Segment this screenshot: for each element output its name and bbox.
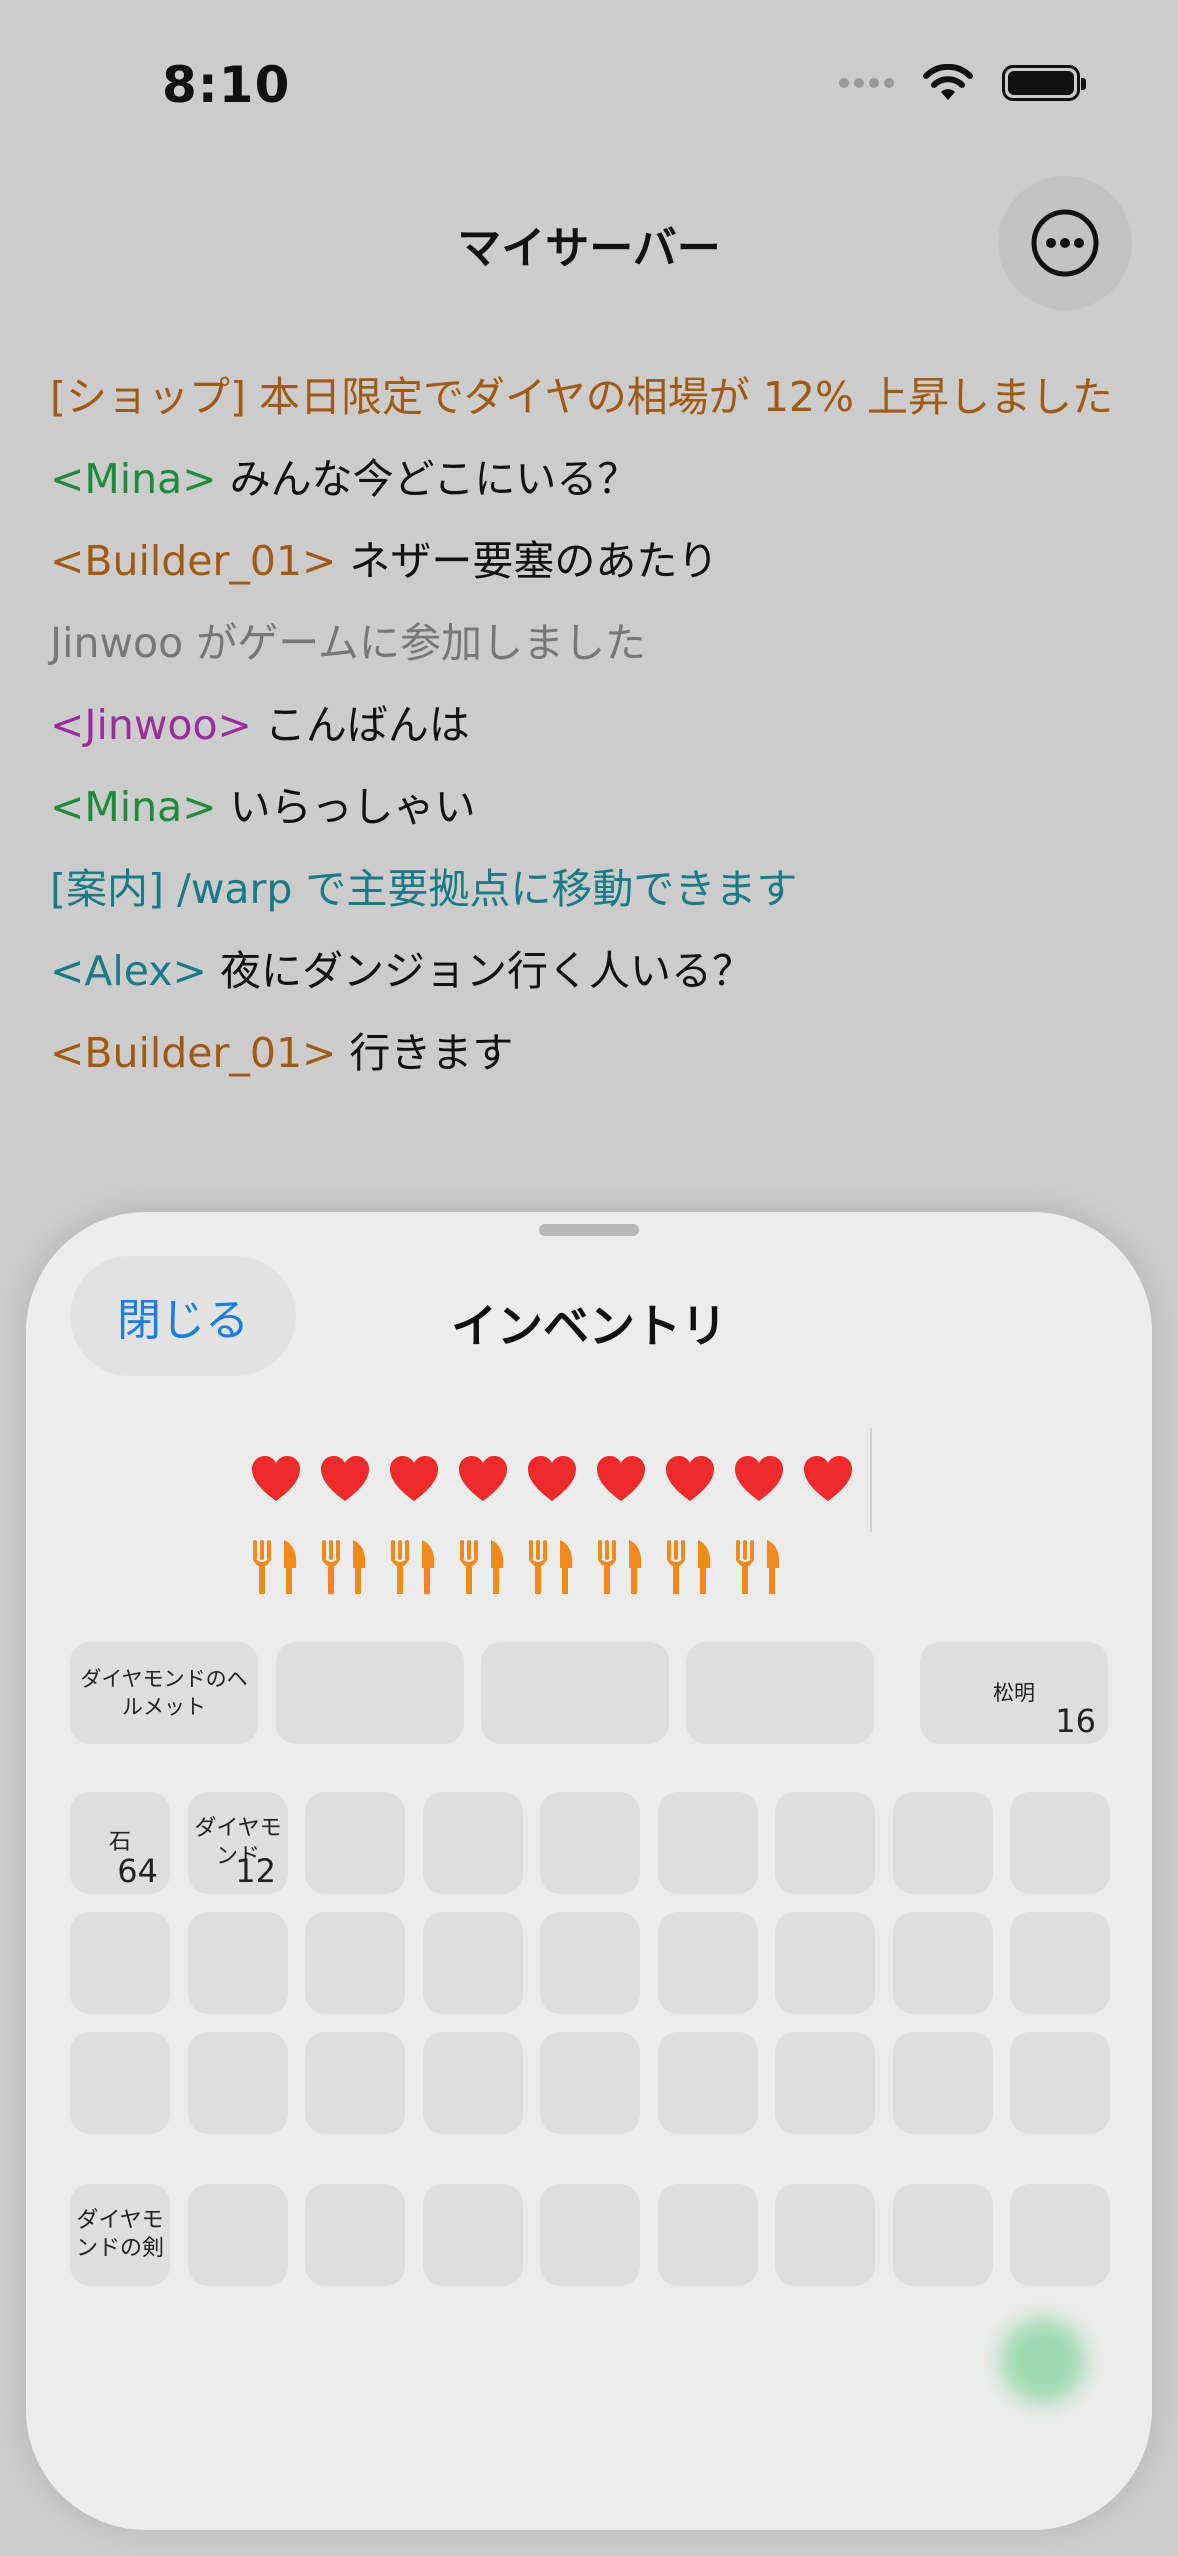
- slot-count: 12: [235, 1852, 276, 1890]
- inventory-slot[interactable]: [423, 1912, 523, 2014]
- inventory-slot[interactable]: [658, 1792, 758, 1894]
- chat-message: <Builder_01> ネザー要塞のあたり: [50, 537, 719, 585]
- heart-icon: [252, 1456, 300, 1501]
- armor-slot[interactable]: [276, 1642, 464, 1744]
- wifi-icon: [923, 64, 973, 100]
- chat-message: <Alex> 夜にダンジョン行く人いる？: [50, 947, 753, 995]
- inventory-slot[interactable]: [658, 1912, 758, 2014]
- send-button-blurred: [1000, 2318, 1086, 2404]
- hotbar-slot[interactable]: [423, 2184, 523, 2286]
- fork-knife-icon: [529, 1540, 573, 1594]
- inventory-slot[interactable]: [893, 2032, 993, 2134]
- battery-icon: [1002, 65, 1086, 101]
- inventory-slot[interactable]: [540, 2032, 640, 2134]
- fork-knife-icon: [253, 1540, 297, 1594]
- hunger-bar: [250, 1538, 785, 1596]
- inventory-slot[interactable]: [1010, 2032, 1110, 2134]
- hotbar-slot[interactable]: [188, 2184, 288, 2286]
- hotbar-slot[interactable]: ダイヤモンドの剣: [70, 2184, 170, 2286]
- inventory-slot[interactable]: [775, 1792, 875, 1894]
- fork-knife-icon: [736, 1540, 780, 1594]
- inventory-slot[interactable]: [305, 1792, 405, 1894]
- chat-message-info: [案内] /warp で主要拠点に移動できます: [50, 865, 798, 913]
- ellipsis-circle-icon: [1031, 209, 1099, 277]
- armor-slot[interactable]: ダイヤモンドのヘルメット: [70, 1642, 258, 1744]
- chat-message: <Builder_01> 行きます: [50, 1029, 514, 1077]
- health-bar: [250, 1454, 854, 1506]
- slot-count: 64: [117, 1852, 158, 1890]
- inventory-slot[interactable]: ダイヤモンド 12: [188, 1792, 288, 1894]
- inventory-slot[interactable]: [1010, 1792, 1110, 1894]
- fork-knife-icon: [460, 1540, 504, 1594]
- inventory-slot[interactable]: [423, 2032, 523, 2134]
- hotbar-slot[interactable]: [658, 2184, 758, 2286]
- chat-message-system: Jinwoo がゲームに参加しました: [50, 619, 646, 667]
- inventory-slot[interactable]: [188, 1912, 288, 2014]
- cellular-signal-icon: [839, 78, 894, 88]
- inventory-slot[interactable]: [305, 2032, 405, 2134]
- inventory-slot[interactable]: [775, 1912, 875, 2014]
- inventory-slot[interactable]: [1010, 1912, 1110, 2014]
- inventory-slot[interactable]: [70, 2032, 170, 2134]
- slot-label: ダイヤモンドの剣: [76, 2208, 165, 2261]
- status-time: 8:10: [162, 56, 291, 114]
- fork-knife-icon: [598, 1540, 642, 1594]
- armor-slot[interactable]: [686, 1642, 874, 1744]
- armor-slot[interactable]: [481, 1642, 669, 1744]
- inventory-slot[interactable]: [540, 1912, 640, 2014]
- status-icons: [839, 64, 1086, 102]
- slot-label: ダイヤモンドのヘルメット: [80, 1667, 248, 1719]
- chat-log: [ショップ] 本日限定でダイヤの相場が 12% 上昇しました <Mina> みん…: [50, 356, 1130, 1094]
- hotbar-slot[interactable]: [1010, 2184, 1110, 2286]
- inventory-slot[interactable]: [423, 1792, 523, 1894]
- slot-count: 16: [1055, 1702, 1096, 1740]
- offhand-slot[interactable]: 松明 16: [920, 1642, 1108, 1744]
- chat-message: <Jinwoo> こんばんは: [50, 701, 470, 749]
- heart-icon: [528, 1456, 576, 1501]
- fork-knife-icon: [667, 1540, 711, 1594]
- heart-icon: [321, 1456, 369, 1501]
- divider: [870, 1428, 872, 1532]
- hotbar-slot[interactable]: [305, 2184, 405, 2286]
- inventory-slot[interactable]: [893, 1912, 993, 2014]
- inventory-slot[interactable]: [540, 1792, 640, 1894]
- heart-icon: [597, 1456, 645, 1501]
- hotbar-slot[interactable]: [893, 2184, 993, 2286]
- heart-icon: [666, 1456, 714, 1501]
- chat-message: <Mina> いらっしゃい: [50, 783, 476, 831]
- inventory-slot[interactable]: [305, 1912, 405, 2014]
- heart-icon: [390, 1456, 438, 1501]
- chat-message: <Mina> みんな今どこにいる？: [50, 455, 639, 503]
- chat-message-shop: [ショップ] 本日限定でダイヤの相場が 12% 上昇しました: [50, 373, 1113, 421]
- heart-icon: [459, 1456, 507, 1501]
- inventory-slot[interactable]: 石 64: [70, 1792, 170, 1894]
- inventory-slot[interactable]: [775, 2032, 875, 2134]
- heart-icon: [735, 1456, 783, 1501]
- hotbar-slot[interactable]: [540, 2184, 640, 2286]
- fork-knife-icon: [322, 1540, 366, 1594]
- more-button[interactable]: [998, 176, 1132, 310]
- inventory-slot[interactable]: [188, 2032, 288, 2134]
- fork-knife-icon: [391, 1540, 435, 1594]
- sheet-title: インベントリ: [451, 1299, 727, 1353]
- inventory-slot[interactable]: [893, 1792, 993, 1894]
- heart-icon: [804, 1456, 852, 1501]
- sheet-grabber[interactable]: [539, 1224, 639, 1236]
- hotbar-slot[interactable]: [775, 2184, 875, 2286]
- inventory-slot[interactable]: [70, 1912, 170, 2014]
- inventory-slot[interactable]: [658, 2032, 758, 2134]
